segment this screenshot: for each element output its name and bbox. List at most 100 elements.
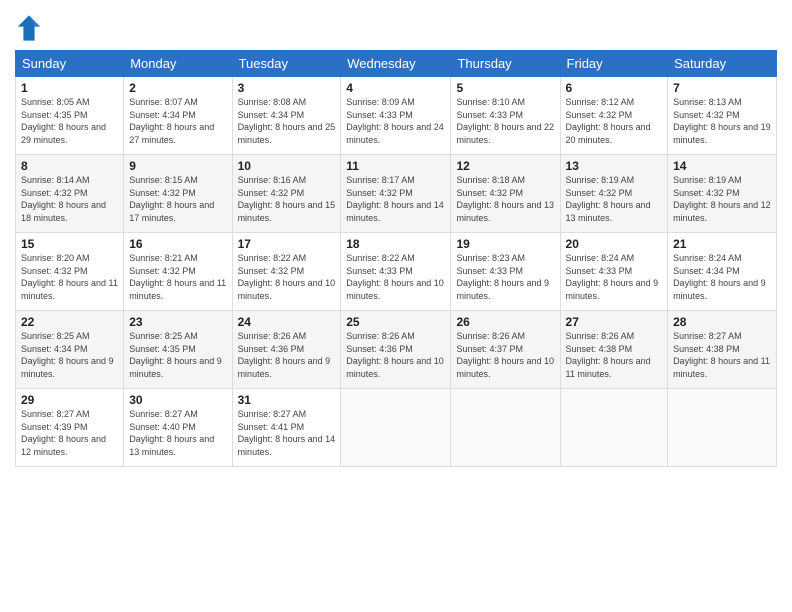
day-number: 1 [21, 81, 118, 95]
calendar-cell: 20 Sunrise: 8:24 AMSunset: 4:33 PMDayligh… [560, 233, 668, 311]
calendar-cell: 15 Sunrise: 8:20 AMSunset: 4:32 PMDayligh… [16, 233, 124, 311]
calendar-cell: 5 Sunrise: 8:10 AMSunset: 4:33 PMDaylight… [451, 77, 560, 155]
logo-icon [15, 14, 43, 42]
day-detail: Sunrise: 8:21 AMSunset: 4:32 PMDaylight:… [129, 253, 226, 301]
day-number: 2 [129, 81, 226, 95]
day-number: 26 [456, 315, 554, 329]
day-detail: Sunrise: 8:27 AMSunset: 4:40 PMDaylight:… [129, 409, 214, 457]
day-number: 20 [566, 237, 663, 251]
day-number: 22 [21, 315, 118, 329]
day-number: 10 [238, 159, 336, 173]
day-number: 15 [21, 237, 118, 251]
day-number: 18 [346, 237, 445, 251]
calendar-cell: 19 Sunrise: 8:23 AMSunset: 4:33 PMDayligh… [451, 233, 560, 311]
calendar-cell: 12 Sunrise: 8:18 AMSunset: 4:32 PMDayligh… [451, 155, 560, 233]
day-detail: Sunrise: 8:14 AMSunset: 4:32 PMDaylight:… [21, 175, 106, 223]
day-detail: Sunrise: 8:20 AMSunset: 4:32 PMDaylight:… [21, 253, 118, 301]
logo [15, 14, 46, 42]
calendar-cell: 9 Sunrise: 8:15 AMSunset: 4:32 PMDaylight… [124, 155, 232, 233]
day-detail: Sunrise: 8:25 AMSunset: 4:35 PMDaylight:… [129, 331, 222, 379]
day-detail: Sunrise: 8:24 AMSunset: 4:34 PMDaylight:… [673, 253, 766, 301]
day-number: 3 [238, 81, 336, 95]
day-detail: Sunrise: 8:22 AMSunset: 4:33 PMDaylight:… [346, 253, 444, 301]
day-detail: Sunrise: 8:27 AMSunset: 4:39 PMDaylight:… [21, 409, 106, 457]
calendar-cell: 26 Sunrise: 8:26 AMSunset: 4:37 PMDayligh… [451, 311, 560, 389]
calendar-week-3: 15 Sunrise: 8:20 AMSunset: 4:32 PMDayligh… [16, 233, 777, 311]
day-header-thursday: Thursday [451, 51, 560, 77]
calendar-cell: 16 Sunrise: 8:21 AMSunset: 4:32 PMDayligh… [124, 233, 232, 311]
day-detail: Sunrise: 8:24 AMSunset: 4:33 PMDaylight:… [566, 253, 659, 301]
calendar-cell: 21 Sunrise: 8:24 AMSunset: 4:34 PMDayligh… [668, 233, 777, 311]
day-detail: Sunrise: 8:26 AMSunset: 4:36 PMDaylight:… [238, 331, 331, 379]
calendar-cell: 22 Sunrise: 8:25 AMSunset: 4:34 PMDayligh… [16, 311, 124, 389]
calendar-week-5: 29 Sunrise: 8:27 AMSunset: 4:39 PMDayligh… [16, 389, 777, 467]
header [15, 10, 777, 42]
day-number: 16 [129, 237, 226, 251]
calendar-week-1: 1 Sunrise: 8:05 AMSunset: 4:35 PMDaylight… [16, 77, 777, 155]
day-header-friday: Friday [560, 51, 668, 77]
day-number: 8 [21, 159, 118, 173]
calendar-cell [668, 389, 777, 467]
day-detail: Sunrise: 8:18 AMSunset: 4:32 PMDaylight:… [456, 175, 554, 223]
day-detail: Sunrise: 8:16 AMSunset: 4:32 PMDaylight:… [238, 175, 336, 223]
day-detail: Sunrise: 8:25 AMSunset: 4:34 PMDaylight:… [21, 331, 114, 379]
day-number: 5 [456, 81, 554, 95]
day-detail: Sunrise: 8:15 AMSunset: 4:32 PMDaylight:… [129, 175, 214, 223]
day-detail: Sunrise: 8:27 AMSunset: 4:38 PMDaylight:… [673, 331, 770, 379]
calendar-cell: 23Sunrise: 8:25 AMSunset: 4:35 PMDayligh… [124, 311, 232, 389]
calendar-cell: 3 Sunrise: 8:08 AMSunset: 4:34 PMDaylight… [232, 77, 341, 155]
day-detail: Sunrise: 8:23 AMSunset: 4:33 PMDaylight:… [456, 253, 549, 301]
calendar-cell: 24 Sunrise: 8:26 AMSunset: 4:36 PMDayligh… [232, 311, 341, 389]
calendar-cell: 14 Sunrise: 8:19 AMSunset: 4:32 PMDayligh… [668, 155, 777, 233]
day-number: 25 [346, 315, 445, 329]
calendar-cell [451, 389, 560, 467]
day-number: 12 [456, 159, 554, 173]
day-detail: Sunrise: 8:26 AMSunset: 4:37 PMDaylight:… [456, 331, 554, 379]
day-number: 21 [673, 237, 771, 251]
calendar-cell: 11Sunrise: 8:17 AMSunset: 4:32 PMDayligh… [341, 155, 451, 233]
day-number: 7 [673, 81, 771, 95]
day-number: 24 [238, 315, 336, 329]
calendar-cell: 30 Sunrise: 8:27 AMSunset: 4:40 PMDayligh… [124, 389, 232, 467]
day-detail: Sunrise: 8:12 AMSunset: 4:32 PMDaylight:… [566, 97, 651, 145]
calendar-week-2: 8 Sunrise: 8:14 AMSunset: 4:32 PMDaylight… [16, 155, 777, 233]
day-number: 27 [566, 315, 663, 329]
day-detail: Sunrise: 8:22 AMSunset: 4:32 PMDaylight:… [238, 253, 336, 301]
calendar-header-row: SundayMondayTuesdayWednesdayThursdayFrid… [16, 51, 777, 77]
day-number: 28 [673, 315, 771, 329]
calendar-cell: 27Sunrise: 8:26 AMSunset: 4:38 PMDayligh… [560, 311, 668, 389]
calendar-cell: 25Sunrise: 8:26 AMSunset: 4:36 PMDayligh… [341, 311, 451, 389]
day-header-monday: Monday [124, 51, 232, 77]
day-detail: Sunrise: 8:09 AMSunset: 4:33 PMDaylight:… [346, 97, 444, 145]
calendar-table: SundayMondayTuesdayWednesdayThursdayFrid… [15, 50, 777, 467]
day-detail: Sunrise: 8:08 AMSunset: 4:34 PMDaylight:… [238, 97, 336, 145]
day-detail: Sunrise: 8:17 AMSunset: 4:32 PMDaylight:… [346, 175, 444, 223]
day-number: 30 [129, 393, 226, 407]
calendar-cell: 7Sunrise: 8:13 AMSunset: 4:32 PMDaylight… [668, 77, 777, 155]
day-header-saturday: Saturday [668, 51, 777, 77]
day-header-sunday: Sunday [16, 51, 124, 77]
calendar-cell: 18 Sunrise: 8:22 AMSunset: 4:33 PMDayligh… [341, 233, 451, 311]
day-detail: Sunrise: 8:19 AMSunset: 4:32 PMDaylight:… [673, 175, 771, 223]
calendar-cell: 13 Sunrise: 8:19 AMSunset: 4:32 PMDayligh… [560, 155, 668, 233]
day-number: 13 [566, 159, 663, 173]
day-number: 17 [238, 237, 336, 251]
day-header-tuesday: Tuesday [232, 51, 341, 77]
day-detail: Sunrise: 8:05 AMSunset: 4:35 PMDaylight:… [21, 97, 106, 145]
calendar-cell [560, 389, 668, 467]
day-number: 14 [673, 159, 771, 173]
day-number: 19 [456, 237, 554, 251]
day-number: 31 [238, 393, 336, 407]
day-detail: Sunrise: 8:10 AMSunset: 4:33 PMDaylight:… [456, 97, 554, 145]
day-detail: Sunrise: 8:19 AMSunset: 4:32 PMDaylight:… [566, 175, 651, 223]
calendar-cell: 8 Sunrise: 8:14 AMSunset: 4:32 PMDaylight… [16, 155, 124, 233]
calendar-cell: 6 Sunrise: 8:12 AMSunset: 4:32 PMDaylight… [560, 77, 668, 155]
day-detail: Sunrise: 8:27 AMSunset: 4:41 PMDaylight:… [238, 409, 336, 457]
day-number: 9 [129, 159, 226, 173]
day-number: 6 [566, 81, 663, 95]
calendar-cell: 29 Sunrise: 8:27 AMSunset: 4:39 PMDayligh… [16, 389, 124, 467]
calendar-week-4: 22 Sunrise: 8:25 AMSunset: 4:34 PMDayligh… [16, 311, 777, 389]
day-number: 29 [21, 393, 118, 407]
calendar-cell: 1 Sunrise: 8:05 AMSunset: 4:35 PMDaylight… [16, 77, 124, 155]
day-number: 4 [346, 81, 445, 95]
